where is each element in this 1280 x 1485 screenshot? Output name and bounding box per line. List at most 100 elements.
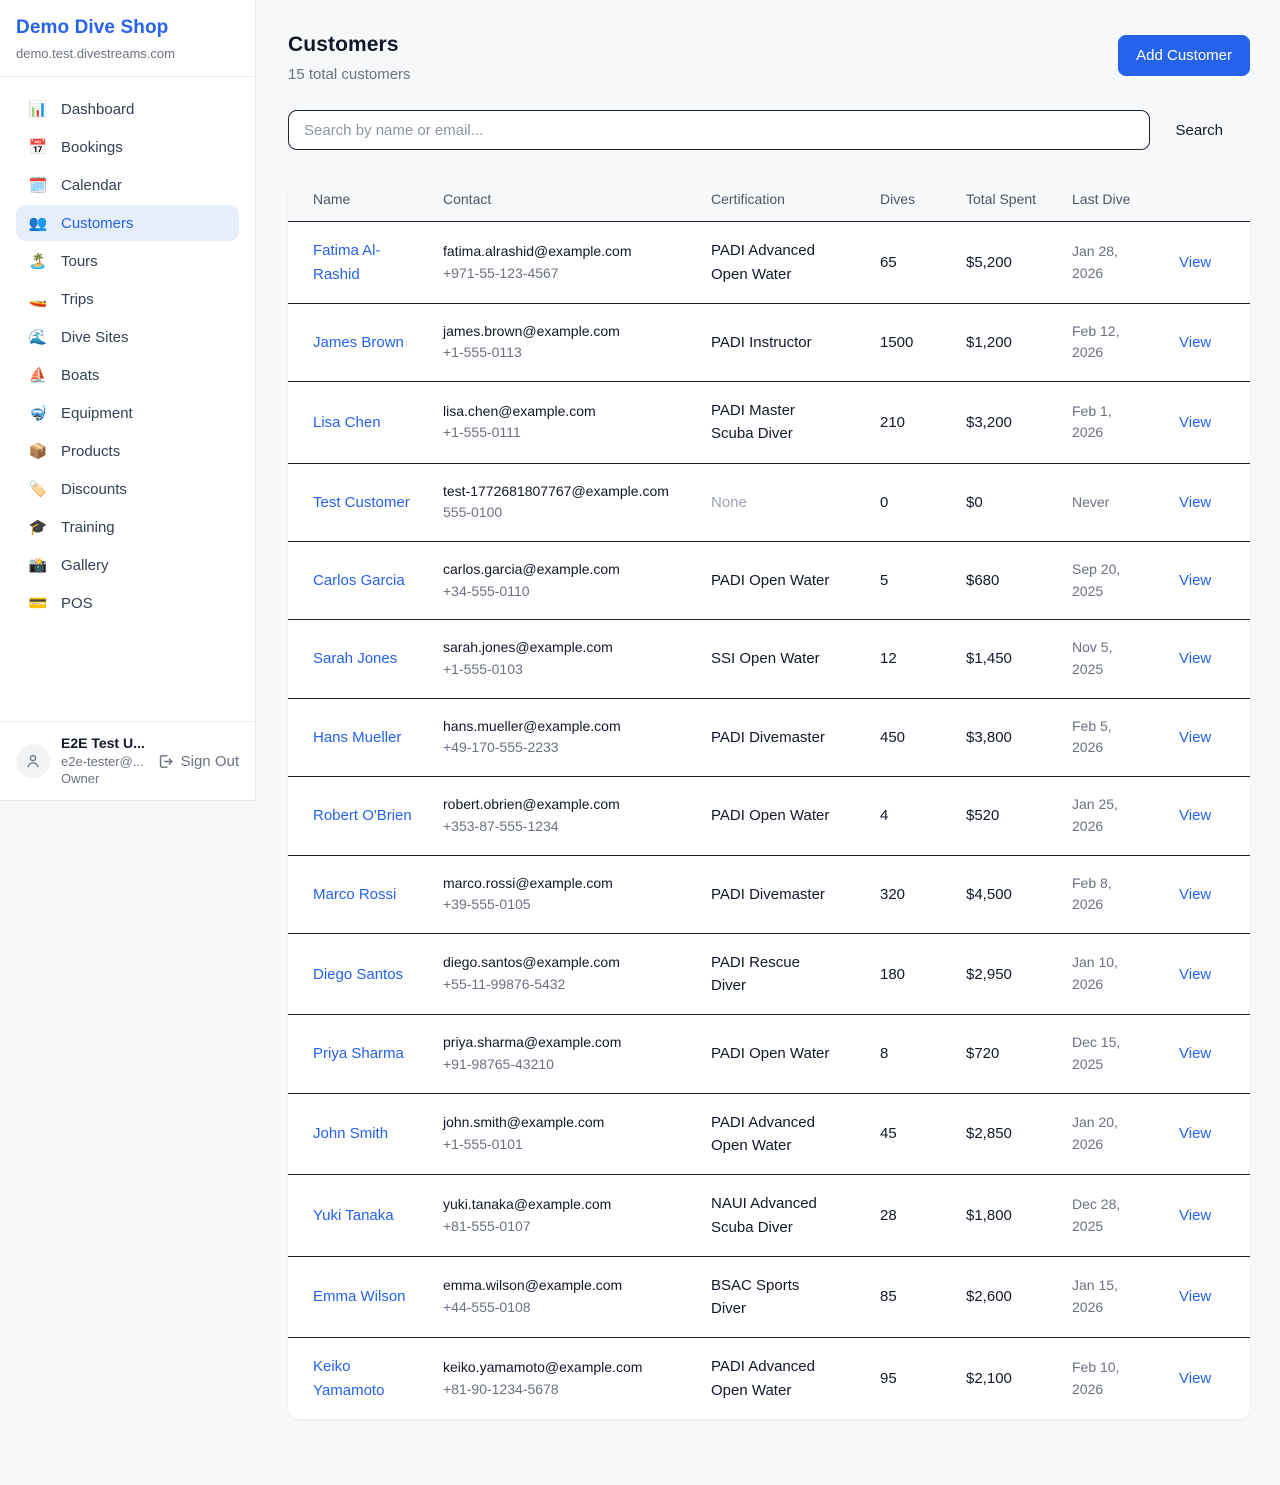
customer-email: sarah.jones@example.com — [443, 637, 681, 659]
customers-table-card: Name Contact Certification Dives Total S… — [288, 177, 1250, 1419]
view-link[interactable]: View — [1179, 966, 1211, 983]
customer-email: james.brown@example.com — [443, 321, 681, 343]
customer-total-spent: $2,600 — [956, 1256, 1062, 1338]
view-link[interactable]: View — [1179, 650, 1211, 667]
table-row: Robert O'Brien robert.obrien@example.com… — [288, 777, 1250, 855]
view-link[interactable]: View — [1179, 254, 1211, 271]
customer-total-spent: $520 — [956, 777, 1062, 855]
customer-name-link[interactable]: John Smith — [313, 1125, 388, 1142]
sidebar-item-training[interactable]: 🎓 Training — [16, 509, 239, 545]
customer-email: diego.santos@example.com — [443, 952, 681, 974]
col-header-total-spent: Total Spent — [956, 177, 1062, 222]
customer-certification: BSAC Sports Diver — [701, 1256, 870, 1338]
table-row: Keiko Yamamoto keiko.yamamoto@example.co… — [288, 1338, 1250, 1419]
col-header-certification: Certification — [701, 177, 870, 222]
customer-email: carlos.garcia@example.com — [443, 559, 681, 581]
calendar-icon: 🗓️ — [28, 176, 48, 194]
sidebar-item-label: Gallery — [61, 557, 109, 574]
view-link[interactable]: View — [1179, 807, 1211, 824]
sidebar-item-pos[interactable]: 💳 POS — [16, 585, 239, 621]
customer-certification: SSI Open Water — [701, 620, 870, 698]
customer-name-link[interactable]: Test Customer — [313, 494, 410, 511]
customer-total-spent: $4,500 — [956, 855, 1062, 933]
customer-dives: 12 — [870, 620, 956, 698]
customer-name-link[interactable]: Carlos Garcia — [313, 572, 405, 589]
search-button[interactable]: Search — [1150, 122, 1250, 139]
sidebar-item-label: Bookings — [61, 139, 123, 156]
sidebar-item-tours[interactable]: 🏝️ Tours — [16, 243, 239, 279]
view-link[interactable]: View — [1179, 1045, 1211, 1062]
view-link[interactable]: View — [1179, 494, 1211, 511]
search-input[interactable] — [288, 110, 1150, 150]
add-customer-button[interactable]: Add Customer — [1118, 35, 1250, 76]
view-link[interactable]: View — [1179, 1288, 1211, 1305]
sidebar-item-dashboard[interactable]: 📊 Dashboard — [16, 91, 239, 127]
sidebar-item-label: Training — [61, 519, 115, 536]
customer-name-link[interactable]: Marco Rossi — [313, 886, 396, 903]
sidebar-item-label: Tours — [61, 253, 98, 270]
tours-island-icon: 🏝️ — [28, 252, 48, 270]
customer-total-spent: $2,950 — [956, 933, 1062, 1015]
customer-name-link[interactable]: Yuki Tanaka — [313, 1207, 394, 1224]
customer-certification: PADI Advanced Open Water — [701, 222, 870, 304]
customer-last-dive: Feb 8, 2026 — [1062, 855, 1169, 933]
main-content: Customers 15 total customers Add Custome… — [256, 0, 1280, 1419]
col-header-contact: Contact — [433, 177, 701, 222]
sidebar-item-calendar[interactable]: 🗓️ Calendar — [16, 167, 239, 203]
sign-out-button[interactable]: Sign Out — [157, 753, 239, 770]
customer-dives: 45 — [870, 1093, 956, 1175]
sidebar-item-label: POS — [61, 595, 93, 612]
customers-table: Name Contact Certification Dives Total S… — [288, 177, 1250, 1419]
sidebar-item-products[interactable]: 📦 Products — [16, 433, 239, 469]
customer-last-dive: Sep 20, 2025 — [1062, 542, 1169, 620]
col-header-last-dive: Last Dive — [1062, 177, 1169, 222]
customer-name-link[interactable]: Fatima Al-Rashid — [313, 242, 381, 282]
sidebar-item-discounts[interactable]: 🏷️ Discounts — [16, 471, 239, 507]
view-link[interactable]: View — [1179, 1370, 1211, 1387]
customer-last-dive: Jan 25, 2026 — [1062, 777, 1169, 855]
table-row: Priya Sharma priya.sharma@example.com +9… — [288, 1015, 1250, 1093]
customer-name-link[interactable]: Emma Wilson — [313, 1288, 406, 1305]
boats-sailboat-icon: ⛵ — [28, 366, 48, 384]
view-link[interactable]: View — [1179, 1207, 1211, 1224]
sidebar-item-label: Calendar — [61, 177, 122, 194]
sidebar-item-label: Boats — [61, 367, 99, 384]
view-link[interactable]: View — [1179, 1125, 1211, 1142]
view-link[interactable]: View — [1179, 572, 1211, 589]
sidebar-item-gallery[interactable]: 📸 Gallery — [16, 547, 239, 583]
customer-phone: +55-11-99876-5432 — [443, 974, 681, 996]
sidebar-item-label: Discounts — [61, 481, 127, 498]
customer-phone: +44-555-0108 — [443, 1297, 681, 1319]
customer-certification: None — [701, 463, 870, 541]
sidebar: Demo Dive Shop demo.test.divestreams.com… — [0, 0, 256, 801]
customer-name-link[interactable]: James Brown — [313, 334, 404, 351]
customer-phone: +1-555-0101 — [443, 1134, 681, 1156]
view-link[interactable]: View — [1179, 886, 1211, 903]
table-row: Diego Santos diego.santos@example.com +5… — [288, 933, 1250, 1015]
customer-total-spent: $3,800 — [956, 698, 1062, 776]
sidebar-item-equipment[interactable]: 🤿 Equipment — [16, 395, 239, 431]
sidebar-item-customers[interactable]: 👥 Customers — [16, 205, 239, 241]
customer-name-link[interactable]: Hans Mueller — [313, 729, 401, 746]
sidebar-item-dive-sites[interactable]: 🌊 Dive Sites — [16, 319, 239, 355]
view-link[interactable]: View — [1179, 729, 1211, 746]
customer-name-link[interactable]: Robert O'Brien — [313, 807, 412, 824]
customer-name-link[interactable]: Diego Santos — [313, 966, 403, 983]
customer-name-link[interactable]: Sarah Jones — [313, 650, 397, 667]
customer-name-link[interactable]: Lisa Chen — [313, 414, 381, 431]
view-link[interactable]: View — [1179, 334, 1211, 351]
table-row: Emma Wilson emma.wilson@example.com +44-… — [288, 1256, 1250, 1338]
customer-certification: PADI Instructor — [701, 303, 870, 381]
sidebar-item-boats[interactable]: ⛵ Boats — [16, 357, 239, 393]
customer-name-link[interactable]: Keiko Yamamoto — [313, 1358, 384, 1398]
page-header: Customers 15 total customers Add Custome… — [288, 33, 1250, 83]
customer-certification: PADI Divemaster — [701, 698, 870, 776]
customer-certification: PADI Advanced Open Water — [701, 1338, 870, 1419]
sidebar-item-trips[interactable]: 🚤 Trips — [16, 281, 239, 317]
table-header: Name Contact Certification Dives Total S… — [288, 177, 1250, 222]
view-link[interactable]: View — [1179, 414, 1211, 431]
bookings-calendar-icon: 📅 — [28, 138, 48, 156]
customer-name-link[interactable]: Priya Sharma — [313, 1045, 404, 1062]
sidebar-item-bookings[interactable]: 📅 Bookings — [16, 129, 239, 165]
trips-speedboat-icon: 🚤 — [28, 290, 48, 308]
